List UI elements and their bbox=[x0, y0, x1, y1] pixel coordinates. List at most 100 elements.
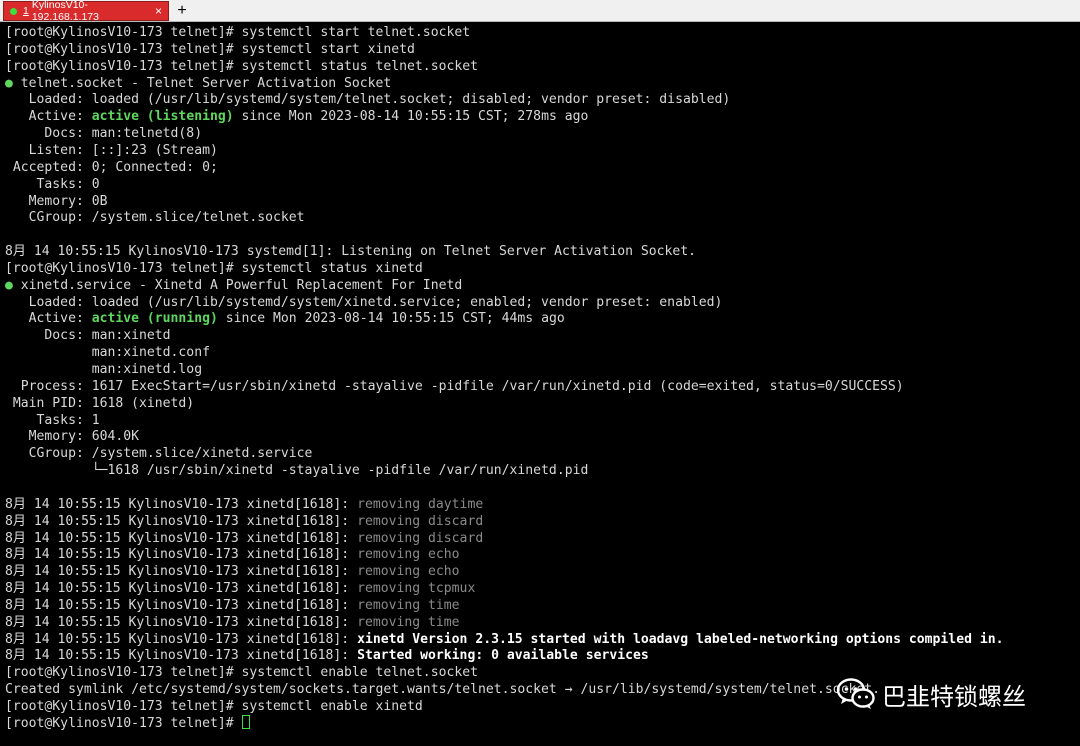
terminal-text: removing echo bbox=[357, 564, 460, 580]
terminal-output[interactable]: [root@KylinosV10-173 telnet]# systemctl … bbox=[0, 24, 1080, 746]
status-dot-icon: ● bbox=[5, 75, 13, 91]
terminal-line: 8月 14 10:55:15 KylinosV10-173 xinetd[161… bbox=[5, 647, 649, 664]
terminal-line: Process: 1617 ExecStart=/usr/sbin/xinetd… bbox=[5, 378, 904, 395]
terminal-text: removing discard bbox=[357, 530, 484, 546]
terminal-text: Docs: man:xinetd bbox=[5, 328, 171, 344]
tab-session[interactable]: 1 KylinosV10-192.168.1.173 × bbox=[3, 0, 169, 23]
terminal-text: CGroup: /system.slice/telnet.socket bbox=[5, 210, 305, 226]
terminal-line: Memory: 604.0K bbox=[5, 428, 139, 445]
wechat-icon bbox=[836, 678, 875, 709]
terminal-text: Main PID: 1618 (xinetd) bbox=[5, 395, 195, 411]
terminal-text: removing tcpmux bbox=[357, 581, 476, 597]
terminal-line: 8月 14 10:55:15 KylinosV10-173 systemd[1]… bbox=[5, 243, 696, 260]
terminal-text: Active: bbox=[5, 311, 92, 327]
terminal-line: Created symlink /etc/systemd/system/sock… bbox=[5, 681, 880, 698]
terminal-line: man:xinetd.conf bbox=[5, 344, 210, 361]
watermark: 巴韭特锁螺丝 bbox=[836, 674, 1026, 714]
terminal-line: [root@KylinosV10-173 telnet]# systemctl … bbox=[5, 41, 415, 58]
terminal-text: 8月 14 10:55:15 KylinosV10-173 xinetd[161… bbox=[5, 547, 358, 563]
terminal-line: 8月 14 10:55:15 KylinosV10-173 xinetd[161… bbox=[5, 496, 483, 513]
terminal-line: ● telnet.socket - Telnet Server Activati… bbox=[5, 75, 391, 92]
terminal-text: [root@KylinosV10-173 telnet]# systemctl … bbox=[5, 699, 423, 714]
tab-close-icon[interactable]: × bbox=[155, 4, 162, 18]
terminal-line: Loaded: loaded (/usr/lib/systemd/system/… bbox=[5, 91, 731, 108]
terminal-text: Started working: 0 available services bbox=[357, 648, 649, 664]
terminal-text: since Mon 2023-08-14 10:55:15 CST; 278ms… bbox=[233, 109, 589, 125]
terminal-text: CGroup: /system.slice/xinetd.service bbox=[5, 446, 313, 462]
terminal-line: Tasks: 0 bbox=[5, 176, 100, 193]
terminal-text: 8月 14 10:55:15 KylinosV10-173 xinetd[161… bbox=[5, 513, 358, 529]
terminal-line: ● xinetd.service - Xinetd A Powerful Rep… bbox=[5, 277, 462, 294]
terminal-text: removing daytime bbox=[357, 496, 484, 512]
terminal-line: [root@KylinosV10-173 telnet]# systemctl … bbox=[5, 24, 470, 41]
terminal-text: [root@KylinosV10-173 telnet]# systemctl … bbox=[5, 41, 415, 57]
terminal-line: Docs: man:xinetd bbox=[5, 327, 171, 344]
terminal-text: └─1618 /usr/sbin/xinetd -stayalive -pidf… bbox=[5, 463, 589, 479]
terminal-line: man:xinetd.log bbox=[5, 361, 202, 378]
connection-status-icon bbox=[10, 7, 17, 15]
terminal-text: xinetd.service - Xinetd A Powerful Repla… bbox=[12, 277, 463, 293]
terminal-text: removing discard bbox=[357, 513, 484, 529]
terminal-text: [root@KylinosV10-173 telnet]# bbox=[5, 715, 242, 731]
terminal-line: Active: active (listening) since Mon 202… bbox=[5, 108, 589, 125]
terminal-line: [root@KylinosV10-173 telnet]# systemctl … bbox=[5, 698, 423, 715]
terminal-text: Active: bbox=[5, 109, 92, 125]
terminal-text: Memory: 0B bbox=[5, 193, 108, 209]
terminal-text: 8月 14 10:55:15 KylinosV10-173 systemd[1]… bbox=[5, 244, 697, 260]
terminal-text: removing echo bbox=[357, 547, 460, 563]
terminal-line: 8月 14 10:55:15 KylinosV10-173 xinetd[161… bbox=[5, 597, 460, 614]
terminal-line: Loaded: loaded (/usr/lib/systemd/system/… bbox=[5, 294, 723, 311]
watermark-text: 巴韭特锁螺丝 bbox=[882, 682, 1026, 711]
terminal-line: 8月 14 10:55:15 KylinosV10-173 xinetd[161… bbox=[5, 614, 460, 631]
terminal-text: Loaded: loaded (/usr/lib/systemd/system/… bbox=[5, 294, 723, 310]
tab-bar: 1 KylinosV10-192.168.1.173 × + bbox=[0, 0, 1080, 23]
terminal-text: since Mon 2023-08-14 10:55:15 CST; 44ms … bbox=[217, 311, 565, 327]
terminal-text: 8月 14 10:55:15 KylinosV10-173 xinetd[161… bbox=[5, 530, 358, 546]
terminal-text: active (listening) bbox=[91, 109, 234, 125]
terminal-line: [root@KylinosV10-173 telnet]# systemctl … bbox=[5, 260, 423, 277]
terminal-text: 8月 14 10:55:15 KylinosV10-173 xinetd[161… bbox=[5, 631, 358, 647]
terminal-text: xinetd Version 2.3.15 started with loada… bbox=[357, 631, 1004, 647]
terminal-line: Accepted: 0; Connected: 0; bbox=[5, 159, 218, 176]
terminal-line: └─1618 /usr/sbin/xinetd -stayalive -pidf… bbox=[5, 462, 589, 479]
terminal-text: active (running) bbox=[91, 311, 218, 327]
terminal-text: 8月 14 10:55:15 KylinosV10-173 xinetd[161… bbox=[5, 496, 358, 512]
terminal-text: removing time bbox=[357, 597, 460, 613]
terminal-text: man:xinetd.log bbox=[5, 362, 203, 377]
terminal-text: [root@KylinosV10-173 telnet]# systemctl … bbox=[5, 665, 478, 681]
terminal-line: [root@KylinosV10-173 telnet]# bbox=[5, 714, 250, 732]
terminal-text: Loaded: loaded (/usr/lib/systemd/system/… bbox=[5, 92, 731, 108]
terminal-line: Docs: man:telnetd(8) bbox=[5, 125, 202, 142]
terminal-text: Tasks: 0 bbox=[5, 176, 100, 192]
terminal-text: Docs: man:telnetd(8) bbox=[5, 126, 203, 142]
terminal-text: 8月 14 10:55:15 KylinosV10-173 xinetd[161… bbox=[5, 564, 358, 580]
terminal-text: man:xinetd.conf bbox=[5, 345, 210, 361]
terminal-text: removing time bbox=[357, 614, 460, 630]
terminal-text: Created symlink /etc/systemd/system/sock… bbox=[5, 682, 881, 698]
terminal-text: Memory: 604.0K bbox=[5, 429, 140, 445]
new-tab-button[interactable]: + bbox=[174, 2, 190, 20]
terminal-line: Main PID: 1618 (xinetd) bbox=[5, 395, 194, 412]
terminal-line: Listen: [::]:23 (Stream) bbox=[5, 142, 218, 159]
terminal-line: [root@KylinosV10-173 telnet]# systemctl … bbox=[5, 664, 478, 681]
terminal-text: 8月 14 10:55:15 KylinosV10-173 xinetd[161… bbox=[5, 597, 358, 613]
tab-number: 1 bbox=[23, 5, 29, 17]
status-dot-icon: ● bbox=[5, 277, 13, 293]
terminal-line: 8月 14 10:55:15 KylinosV10-173 xinetd[161… bbox=[5, 513, 483, 530]
terminal-line: Tasks: 1 bbox=[5, 412, 100, 429]
terminal-line: 8月 14 10:55:15 KylinosV10-173 xinetd[161… bbox=[5, 530, 483, 547]
terminal-text: telnet.socket - Telnet Server Activation… bbox=[12, 75, 392, 91]
terminal-line: Active: active (running) since Mon 2023-… bbox=[5, 310, 565, 327]
terminal-line: 8月 14 10:55:15 KylinosV10-173 xinetd[161… bbox=[5, 546, 460, 563]
terminal-cursor bbox=[241, 714, 250, 729]
terminal-text: Accepted: 0; Connected: 0; bbox=[5, 159, 218, 175]
terminal-text: [root@KylinosV10-173 telnet]# systemctl … bbox=[5, 58, 478, 74]
terminal-line: Memory: 0B bbox=[5, 193, 108, 210]
terminal-line: CGroup: /system.slice/xinetd.service bbox=[5, 445, 313, 462]
terminal-text: 8月 14 10:55:15 KylinosV10-173 xinetd[161… bbox=[5, 648, 358, 664]
terminal-text: Tasks: 1 bbox=[5, 412, 100, 428]
terminal-line: 8月 14 10:55:15 KylinosV10-173 xinetd[161… bbox=[5, 631, 1004, 648]
terminal-text: [root@KylinosV10-173 telnet]# systemctl … bbox=[5, 260, 423, 276]
terminal-text: 8月 14 10:55:15 KylinosV10-173 xinetd[161… bbox=[5, 581, 358, 597]
terminal-text: Listen: [::]:23 (Stream) bbox=[5, 142, 218, 158]
